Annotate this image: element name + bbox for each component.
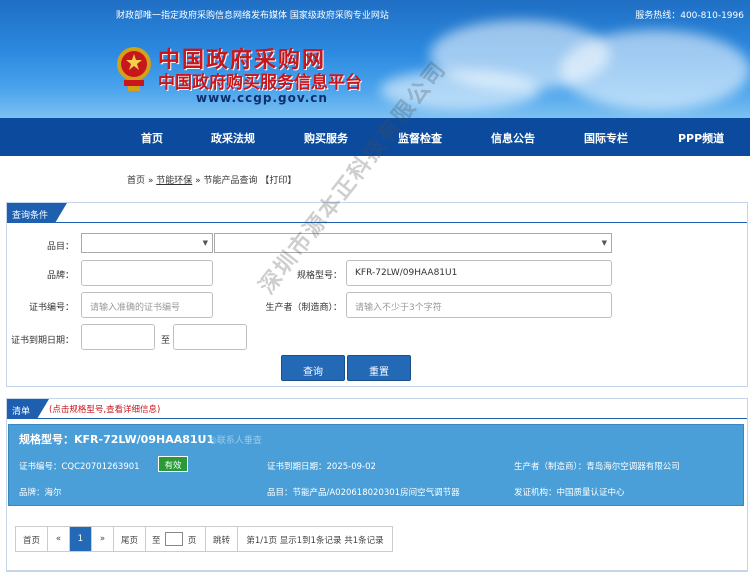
nav-ppp[interactable]: PPP频道 <box>678 130 724 146</box>
maker-label: 生产者（制造商）： <box>265 303 342 313</box>
model-input[interactable]: KFR-72LW/09HAA81U1 <box>346 260 612 286</box>
nav-regulations[interactable]: 政采法规 <box>211 130 255 146</box>
national-emblem-icon <box>117 47 151 91</box>
dropdown-arrow-icon: ▼ <box>202 239 208 247</box>
expiry-to-input[interactable] <box>173 324 247 350</box>
maker-input[interactable]: 请输入不少于3个字符 <box>346 292 612 318</box>
breadcrumb-separator: » <box>145 176 157 186</box>
breadcrumb-home[interactable]: 首页 <box>127 176 145 186</box>
list-hint: (点击规格型号,查看详细信息) <box>49 405 161 415</box>
breadcrumb-separator: » <box>192 176 204 186</box>
brand: 品牌：海尔 <box>19 488 62 498</box>
brand-input[interactable] <box>81 260 213 286</box>
logo-url: www.ccgp.gov.cn <box>196 91 328 105</box>
nav-home[interactable]: 首页 <box>141 130 163 146</box>
model-link[interactable]: 规格型号：KFR-72LW/09HAA81U1 <box>19 431 214 447</box>
category: 品目：节能产品/A020618020301房间空气调节器 <box>267 488 460 498</box>
breadcrumb: 首页 » 节能环保 » 节能产品查询 【打印】 <box>127 173 296 186</box>
brand-label: 品牌： <box>46 271 74 281</box>
logo-subtitle: 中国政府购买服务信息平台 <box>158 73 362 93</box>
expiry-date: 证书到期日期：2025-09-02 <box>267 462 376 472</box>
cloud-decoration <box>560 30 750 110</box>
issuer: 发证机构：中国质量认证中心 <box>514 488 625 498</box>
expiry-from-input[interactable] <box>81 324 155 350</box>
current-page-button[interactable]: 1 <box>70 527 92 551</box>
jump-button[interactable]: 跳转 <box>206 527 238 551</box>
nav-international[interactable]: 国际专栏 <box>584 130 628 146</box>
contact-link[interactable]: ◎联系人垂查 <box>209 433 262 446</box>
site-header: 财政部唯一指定政府采购信息网络发布媒体 国家级政府采购专业网站 服务热线：400… <box>0 0 750 118</box>
site-tagline: 财政部唯一指定政府采购信息网络发布媒体 国家级政府采购专业网站 <box>116 11 389 21</box>
goto-page-input[interactable] <box>165 532 184 546</box>
dropdown-arrow-icon: ▼ <box>601 239 607 247</box>
cert-input[interactable]: 请输入准确的证书编号 <box>81 292 213 318</box>
goto-page: 至 页 <box>146 527 206 551</box>
pagination: 首页 « 1 » 尾页 至 页 跳转 第1/1页 显示1到1条记录 共1条记录 <box>15 526 393 552</box>
panel-divider <box>7 222 747 223</box>
breadcrumb-energy[interactable]: 节能环保 <box>156 176 192 186</box>
manufacturer: 生产者（制造商）：青岛海尔空调器有限公司 <box>514 462 680 472</box>
print-link[interactable]: 【打印】 <box>260 176 296 186</box>
status-badge: 有效 <box>158 456 188 472</box>
category-label: 品目： <box>46 242 74 252</box>
breadcrumb-current: 节能产品查询 <box>203 176 258 186</box>
cert-number: 证书编号：CQC20701263901 <box>19 462 140 472</box>
panel-bottom-border <box>6 571 748 572</box>
goto-suffix: 页 <box>187 536 197 546</box>
last-page-button[interactable]: 尾页 <box>114 527 146 551</box>
category-select-1[interactable]: ▼ <box>81 233 213 253</box>
cert-label: 证书编号： <box>28 303 74 313</box>
expiry-label: 证书到期日期： <box>10 336 74 346</box>
service-hotline: 服务热线：400-810-1996 <box>635 11 744 21</box>
panel-divider <box>7 418 747 419</box>
nav-purchase-services[interactable]: 购买服务 <box>304 130 348 146</box>
nav-announcements[interactable]: 信息公告 <box>491 130 535 146</box>
goto-prefix: 至 <box>152 536 161 546</box>
query-tab: 查询条件 <box>7 203 67 223</box>
next-page-button[interactable]: » <box>92 527 114 551</box>
top-bar: 财政部唯一指定政府采购信息网络发布媒体 国家级政府采购专业网站 服务热线：400… <box>0 0 750 28</box>
list-tab: 清单 <box>7 399 49 419</box>
reset-button[interactable]: 重置 <box>347 355 411 381</box>
page-summary: 第1/1页 显示1到1条记录 共1条记录 <box>246 536 384 546</box>
prev-page-button[interactable]: « <box>48 527 70 551</box>
result-card: 规格型号：KFR-72LW/09HAA81U1 ◎联系人垂查 证书编号：CQC2… <box>8 424 744 506</box>
to-label: 至 <box>160 336 170 346</box>
search-button[interactable]: 查询 <box>281 355 345 381</box>
first-page-button[interactable]: 首页 <box>16 527 48 551</box>
